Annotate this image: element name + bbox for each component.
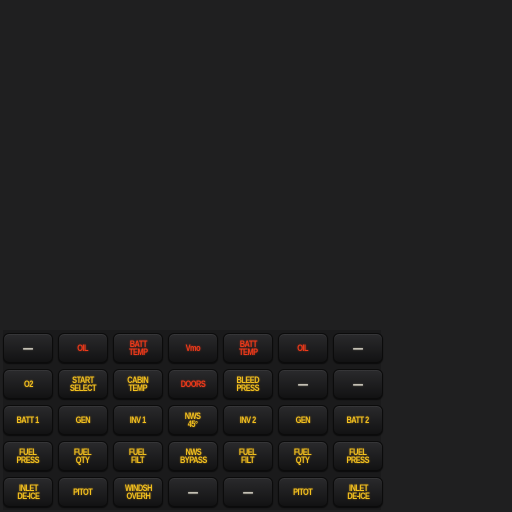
annunciator-start-select-button[interactable]: START SELECT [58,369,108,399]
annunciator-label: OIL [77,342,89,353]
annunciator-label: WINDSH OVERH [124,482,152,501]
annunciator-batt-2-button[interactable]: BATT 2 [333,405,383,435]
annunciator-label: — [353,340,363,355]
annunciator-batt-temp-button[interactable]: BATT TEMP [113,333,163,363]
annunciator-panel: — OIL BATT TEMP Vmo BATT TEMP OIL — O2 START SEL… [3,330,383,510]
annunciator-fuel-filt-button[interactable]: FUEL FILT [223,441,273,471]
annunciator-oil-button[interactable]: OIL [58,333,108,363]
annunciator-nws-45-button[interactable]: NWS 45° [168,405,218,435]
annunciator-pitot-button[interactable]: PITOT [58,477,108,507]
annunciator-gen-button[interactable]: GEN [58,405,108,435]
annunciator-blank-button[interactable]: — [333,333,383,363]
annunciator-inv-1-button[interactable]: INV 1 [113,405,163,435]
annunciator-nws-bypass-button[interactable]: NWS BYPASS [168,441,218,471]
annunciator-fuel-filt-button[interactable]: FUEL FILT [113,441,163,471]
annunciator-vmo-button[interactable]: Vmo [168,333,218,363]
annunciator-label: FUEL QTY [294,446,312,465]
annunciator-label: NWS 45° [185,410,201,429]
annunciator-label: START SELECT [69,374,97,393]
annunciator-blank-button[interactable]: — [3,333,53,363]
annunciator-label: O2 [23,378,33,389]
annunciator-label: GEN [75,414,91,425]
annunciator-blank-button[interactable]: — [333,369,383,399]
annunciator-row: O2 START SELECT CABIN TEMP DOORS BLEED PRESS… [3,369,383,399]
annunciator-row: BATT 1 GEN INV 1 NWS 45° INV 2 GEN BATT 2 [3,405,383,435]
cockpit-screen: — OIL BATT TEMP Vmo BATT TEMP OIL — O2 START SEL… [0,0,512,512]
annunciator-label: BATT 2 [346,414,370,425]
annunciator-cabin-temp-button[interactable]: CABIN TEMP [113,369,163,399]
annunciator-label: PITOT [73,486,93,497]
annunciator-fuel-qty-button[interactable]: FUEL QTY [278,441,328,471]
annunciator-batt-temp-button[interactable]: BATT TEMP [223,333,273,363]
annunciator-row: — OIL BATT TEMP Vmo BATT TEMP OIL — [3,333,383,363]
annunciator-label: BATT TEMP [238,338,258,357]
annunciator-blank-button[interactable]: — [223,477,273,507]
annunciator-label: BATT TEMP [128,338,148,357]
annunciator-label: — [243,484,253,499]
annunciator-o2-button[interactable]: O2 [3,369,53,399]
annunciator-label: INV 2 [239,414,256,425]
annunciator-inlet-de-ice-button[interactable]: INLET DE-ICE [333,477,383,507]
annunciator-gen-button[interactable]: GEN [278,405,328,435]
annunciator-label: CABIN TEMP [127,374,149,393]
annunciator-label: INLET DE-ICE [16,482,40,501]
annunciator-windsh-overh-button[interactable]: WINDSH OVERH [113,477,163,507]
annunciator-label: GEN [295,414,311,425]
annunciator-label: — [23,340,33,355]
annunciator-oil-button[interactable]: OIL [278,333,328,363]
annunciator-label: FUEL PRESS [346,446,370,465]
annunciator-label: — [188,484,198,499]
annunciator-label: INV 1 [129,414,146,425]
annunciator-label: INLET DE-ICE [346,482,370,501]
annunciator-batt-1-button[interactable]: BATT 1 [3,405,53,435]
annunciator-fuel-press-button[interactable]: FUEL PRESS [333,441,383,471]
annunciator-label: OIL [297,342,309,353]
annunciator-blank-button[interactable]: — [168,477,218,507]
annunciator-label: FUEL FILT [239,446,257,465]
annunciator-label: — [298,376,308,391]
annunciator-label: BLEED PRESS [236,374,260,393]
annunciator-blank-button[interactable]: — [278,369,328,399]
annunciator-label: DOORS [180,378,206,389]
annunciator-label: — [353,376,363,391]
annunciator-bleed-press-button[interactable]: BLEED PRESS [223,369,273,399]
annunciator-label: FUEL QTY [74,446,92,465]
annunciator-label: BATT 1 [16,414,40,425]
annunciator-label: FUEL FILT [129,446,147,465]
annunciator-inlet-de-ice-button[interactable]: INLET DE-ICE [3,477,53,507]
annunciator-row: FUEL PRESS FUEL QTY FUEL FILT NWS BYPASS FUE… [3,441,383,471]
annunciator-fuel-qty-button[interactable]: FUEL QTY [58,441,108,471]
annunciator-label: NWS BYPASS [179,446,207,465]
annunciator-row: INLET DE-ICE PITOT WINDSH OVERH — — PITOT INLE… [3,477,383,507]
annunciator-pitot-button[interactable]: PITOT [278,477,328,507]
annunciator-label: PITOT [293,486,313,497]
annunciator-doors-button[interactable]: DOORS [168,369,218,399]
annunciator-fuel-press-button[interactable]: FUEL PRESS [3,441,53,471]
annunciator-label: FUEL PRESS [16,446,40,465]
annunciator-label: Vmo [185,342,201,353]
annunciator-inv-2-button[interactable]: INV 2 [223,405,273,435]
